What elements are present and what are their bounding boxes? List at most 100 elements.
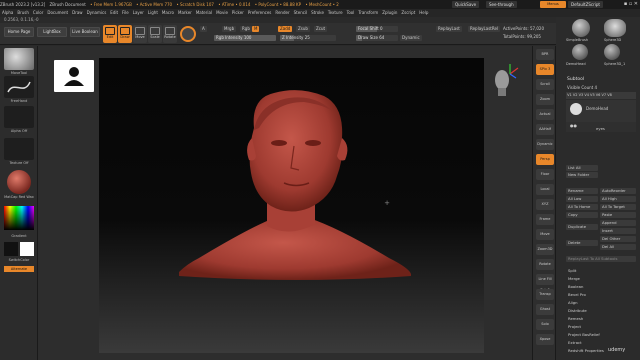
- rgb-button[interactable]: Rgb: [240, 26, 252, 32]
- replay-last-button[interactable]: ReplayLast: [436, 26, 462, 32]
- copy-button[interactable]: Copy: [566, 212, 598, 218]
- menu-picker[interactable]: Picker: [232, 9, 244, 17]
- subtool-bevel-pro-item[interactable]: Bevel Pro: [568, 292, 586, 298]
- focal-shift-slider[interactable]: Focal Shift 0: [356, 26, 398, 32]
- tool-thumb-3[interactable]: [572, 44, 588, 60]
- mrgb-button[interactable]: Mrgb: [222, 26, 237, 32]
- shelf-xyz-button[interactable]: XYZ: [536, 199, 554, 210]
- alternate-button[interactable]: Alternate: [4, 266, 34, 272]
- menu-tool[interactable]: Tool: [347, 9, 355, 17]
- menu-macro[interactable]: Macro: [162, 9, 174, 17]
- all-to-target-button[interactable]: All To Target: [600, 204, 636, 210]
- menus-toggle[interactable]: Menus: [540, 1, 566, 8]
- subtool-project-basrelief-item[interactable]: Project BasRelief: [568, 332, 600, 338]
- menu-draw[interactable]: Draw: [72, 9, 82, 17]
- menu-zplugin[interactable]: Zplugin: [382, 9, 397, 17]
- delete-button[interactable]: Delete: [566, 240, 598, 246]
- autoreorder-button[interactable]: AutoReorder: [600, 188, 636, 194]
- rename-button[interactable]: Rename: [566, 188, 598, 194]
- quicksave-button[interactable]: QuickSave: [452, 1, 480, 8]
- alpha-selector[interactable]: Alpha Off: [4, 106, 34, 133]
- all-high-button[interactable]: All High: [600, 196, 636, 202]
- zcut-button[interactable]: Zcut: [314, 26, 328, 32]
- shelf-zoom3d-button[interactable]: Zoom3D: [536, 244, 554, 255]
- shelf-line-fill-polyf-button[interactable]: Line Fill PolyF: [536, 274, 554, 292]
- menu-layer[interactable]: Layer: [133, 9, 144, 17]
- zsub-button[interactable]: Zsub: [296, 26, 310, 32]
- list-all-button[interactable]: List All: [566, 165, 598, 171]
- navigation-head-gizmo[interactable]: [490, 64, 520, 100]
- move-tool-button[interactable]: Move: [133, 25, 147, 43]
- shelf-frame-button[interactable]: Frame: [536, 214, 554, 225]
- subtool-item-demohead[interactable]: DemoHead: [586, 106, 608, 111]
- shelf-solo-button[interactable]: Solo: [536, 319, 554, 330]
- lightbox-button[interactable]: LightBox: [37, 27, 67, 37]
- gradient-toggle[interactable]: Gradient: [4, 234, 34, 238]
- zadd-button[interactable]: Zadd: [278, 26, 293, 32]
- subtool-split-item[interactable]: Split: [568, 268, 576, 274]
- brush-selector[interactable]: MoveTool: [4, 48, 34, 75]
- shelf-xpose-button[interactable]: Xpose: [536, 334, 554, 345]
- m-button[interactable]: M: [252, 26, 260, 32]
- dynamic-button[interactable]: Dynamic: [400, 35, 422, 41]
- subtool-merge-item[interactable]: Merge: [568, 276, 580, 282]
- del-all-button[interactable]: Del All: [600, 244, 636, 250]
- paste-button[interactable]: Paste: [600, 212, 636, 218]
- new-folder-button[interactable]: New Folder: [566, 172, 598, 178]
- subtool-row-eyes[interactable]: ●● eyes: [566, 122, 636, 132]
- subtool-list[interactable]: DemoHead: [566, 100, 636, 122]
- replay-last-to-all-button[interactable]: ReplayLast To All Subtools: [566, 256, 636, 262]
- 3d-viewport[interactable]: +: [99, 58, 484, 353]
- menu-help[interactable]: Help: [419, 9, 428, 17]
- edit-tool-button[interactable]: Edit: [103, 25, 117, 43]
- subtool-boolean-item[interactable]: Boolean: [568, 284, 583, 290]
- menu-alpha[interactable]: Alpha: [2, 9, 13, 17]
- menu-texture[interactable]: Texture: [328, 9, 343, 17]
- subtool-extract-item[interactable]: Extract: [568, 340, 582, 346]
- shelf-aahalf-button[interactable]: AAHalf: [536, 124, 554, 135]
- material-selector[interactable]: MatCap Red Wax: [4, 170, 34, 199]
- menu-marker[interactable]: Marker: [178, 9, 192, 17]
- document-thumbnail[interactable]: [54, 60, 94, 92]
- all-to-home-button[interactable]: All To Home: [566, 204, 598, 210]
- tool-thumb-4[interactable]: [604, 44, 620, 60]
- draw-size-slider[interactable]: Draw Size 64: [356, 35, 398, 41]
- window-controls[interactable]: ▪ ▫ ✕: [604, 1, 638, 8]
- menu-brush[interactable]: Brush: [17, 9, 29, 17]
- shelf-move-button[interactable]: Move: [536, 229, 554, 240]
- live-boolean-button[interactable]: Live Boolean: [70, 27, 100, 37]
- menu-file[interactable]: File: [122, 9, 129, 17]
- shelf-ghost-button[interactable]: Ghost: [536, 304, 554, 315]
- duplicate-button[interactable]: Duplicate: [566, 224, 598, 230]
- menu-preferences[interactable]: Preferences: [248, 9, 272, 17]
- home-page-button[interactable]: Home Page: [4, 27, 34, 37]
- shelf-local-button[interactable]: Local: [536, 184, 554, 195]
- menu-document[interactable]: Document: [47, 9, 68, 17]
- secondary-color-swatch[interactable]: [20, 242, 34, 256]
- color-picker[interactable]: [4, 206, 34, 230]
- insert-button[interactable]: Insert: [600, 228, 636, 234]
- subtool-project-item[interactable]: Project: [568, 324, 581, 330]
- tool-thumb-2[interactable]: [604, 19, 626, 37]
- rgb-intensity-slider[interactable]: Rgb Intensity 100: [214, 35, 276, 41]
- shelf-persp-button[interactable]: Persp: [536, 154, 554, 165]
- shelf-dynamic-button[interactable]: Dynamic: [536, 139, 554, 150]
- shelf-spix-3-button[interactable]: SPix 3: [536, 64, 554, 75]
- subtool-title[interactable]: Subtool: [567, 77, 584, 82]
- menu-stroke[interactable]: Stroke: [311, 9, 324, 17]
- see-through-slider[interactable]: See-through: [486, 1, 517, 8]
- rotate-tool-button[interactable]: Rotate: [163, 25, 177, 43]
- replay-last-rel-button[interactable]: ReplayLastRel: [468, 26, 501, 32]
- menu-edit[interactable]: Edit: [110, 9, 118, 17]
- menu-stencil[interactable]: Stencil: [294, 9, 308, 17]
- all-low-button[interactable]: All Low: [566, 196, 598, 202]
- z-intensity-slider[interactable]: Z Intensity 25: [280, 35, 336, 41]
- menu-color[interactable]: Color: [33, 9, 43, 17]
- menu-zscript[interactable]: Zscript: [401, 9, 415, 17]
- stroke-selector[interactable]: FreeHand: [4, 76, 34, 103]
- append-button[interactable]: Append: [600, 220, 636, 226]
- subtool-align-item[interactable]: Align: [568, 300, 578, 306]
- menu-light[interactable]: Light: [148, 9, 158, 17]
- shelf-scroll-button[interactable]: Scroll: [536, 79, 554, 90]
- default-zscript-button[interactable]: DefaultZScript: [568, 1, 603, 8]
